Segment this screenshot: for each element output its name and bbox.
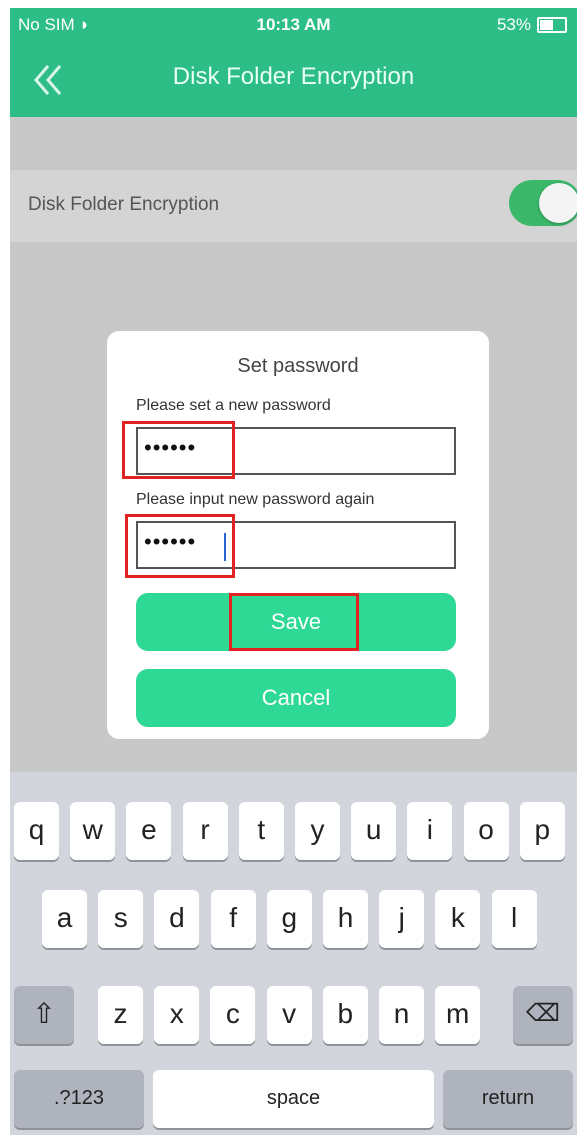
setting-label: Disk Folder Encryption — [28, 194, 220, 215]
cancel-button[interactable]: Cancel — [136, 669, 456, 727]
status-time: 10:13 AM — [256, 15, 331, 34]
dialog-title: Set password — [237, 355, 359, 377]
key-m[interactable]: m — [435, 986, 481, 1044]
highlight-new-password — [122, 421, 235, 479]
key-f[interactable]: f — [210, 890, 256, 948]
key-x[interactable]: x — [154, 986, 200, 1044]
encryption-toggle[interactable] — [509, 180, 577, 226]
setting-row-disk-folder-encryption: Disk Folder Encryption — [10, 170, 577, 242]
page-title: Disk Folder Encryption — [172, 63, 415, 90]
screen: No SIM ◗ 10:13 AM 53% Disk Folder Encryp… — [10, 8, 577, 1135]
key-b[interactable]: b — [322, 986, 368, 1044]
battery-indicator: 53% — [497, 15, 567, 35]
numbers-key[interactable]: .?123 — [14, 1070, 144, 1128]
top-bar: No SIM ◗ 10:13 AM 53% Disk Folder Encryp… — [10, 8, 577, 117]
space-key[interactable]: space — [153, 1070, 434, 1128]
confirm-password-label: Please input new password again — [136, 491, 375, 508]
highlight-confirm-password — [125, 514, 235, 578]
shift-icon: ⇧ — [32, 998, 56, 1029]
key-y[interactable]: y — [295, 802, 340, 860]
backspace-icon: ⌫ — [526, 1000, 560, 1027]
key-j[interactable]: j — [379, 890, 425, 948]
battery-percent: 53% — [496, 15, 531, 34]
key-v[interactable]: v — [266, 986, 312, 1044]
highlight-save-button — [229, 593, 359, 651]
key-h[interactable]: h — [323, 890, 368, 948]
battery-fill — [540, 20, 553, 30]
shift-key[interactable]: ⇧ — [14, 986, 74, 1044]
delete-key[interactable]: ⌫ — [513, 986, 573, 1044]
key-d[interactable]: d — [154, 890, 200, 948]
key-s[interactable]: s — [98, 890, 144, 948]
key-r[interactable]: r — [182, 802, 228, 860]
new-password-label: Please set a new password — [136, 397, 331, 414]
key-g[interactable]: g — [266, 890, 312, 948]
key-k[interactable]: k — [435, 890, 481, 948]
key-a[interactable]: a — [42, 890, 87, 948]
key-e[interactable]: e — [126, 802, 172, 860]
battery-icon — [537, 17, 567, 33]
key-w[interactable]: w — [70, 802, 116, 860]
key-c[interactable]: c — [210, 986, 256, 1044]
set-password-dialog: Set password Please set a new password •… — [107, 331, 489, 739]
key-n[interactable]: n — [379, 986, 424, 1044]
key-o[interactable]: o — [463, 802, 509, 860]
key-z[interactable]: z — [98, 986, 143, 1044]
keyboard: qwertyuiop asdfghjkl zxcvbnm ⇧ ⌫ .?123 s… — [10, 772, 577, 1135]
key-p[interactable]: p — [519, 802, 565, 860]
status-bar: No SIM ◗ 10:13 AM 53% — [10, 12, 577, 38]
toggle-knob — [539, 183, 577, 223]
key-q[interactable]: q — [14, 802, 59, 860]
key-i[interactable]: i — [407, 802, 453, 860]
key-u[interactable]: u — [351, 802, 397, 860]
key-l[interactable]: l — [491, 890, 537, 948]
return-key[interactable]: return — [443, 1070, 573, 1128]
key-t[interactable]: t — [238, 802, 284, 860]
